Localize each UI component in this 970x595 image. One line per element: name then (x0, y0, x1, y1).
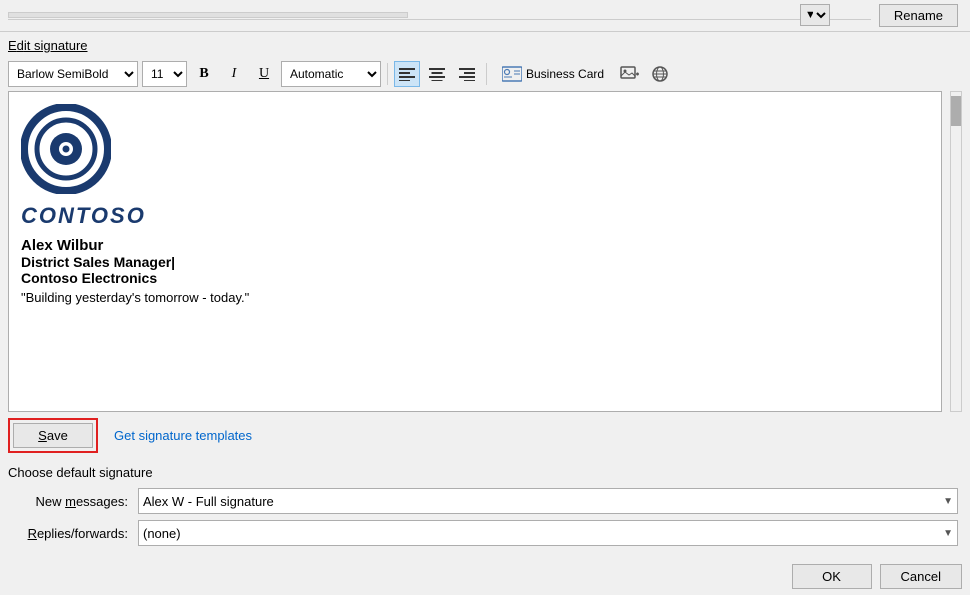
toolbar-separator-2 (486, 63, 487, 85)
bottom-bar: OK Cancel (0, 558, 970, 595)
align-left-icon (399, 67, 415, 81)
formatting-toolbar: Barlow SemiBold 11 B I U Automatic (0, 57, 970, 91)
insert-hyperlink-icon (650, 65, 670, 83)
insert-picture-button[interactable] (617, 61, 643, 87)
align-right-icon (459, 67, 475, 81)
save-button[interactable]: Save (13, 423, 93, 448)
save-button-highlight: Save (8, 418, 98, 453)
toolbar-separator (387, 63, 388, 85)
cancel-button[interactable]: Cancel (880, 564, 962, 589)
contoso-logo: CONTOSO (21, 104, 929, 229)
new-messages-dropdown[interactable]: Alex W - Full signature ▼ (138, 488, 958, 514)
scrollbar-thumb[interactable] (951, 96, 961, 126)
default-signature-section: Choose default signature New messages: A… (0, 459, 970, 558)
font-name-select[interactable]: Barlow SemiBold (8, 61, 138, 87)
save-area: Save Get signature templates (0, 412, 970, 459)
default-sig-title: Choose default signature (8, 465, 962, 480)
get-templates-link[interactable]: Get signature templates (114, 428, 252, 443)
align-left-button[interactable] (394, 61, 420, 87)
align-right-button[interactable] (454, 61, 480, 87)
bold-button[interactable]: B (191, 61, 217, 87)
font-size-select[interactable]: 11 (142, 61, 187, 87)
business-card-button[interactable]: Business Card (493, 61, 613, 87)
rename-button[interactable]: Rename (879, 4, 958, 27)
signature-editor[interactable]: CONTOSO Alex Wilbur District Sales Manag… (8, 91, 942, 412)
contoso-circle-icon (21, 104, 111, 194)
replies-dropdown-arrow: ▼ (943, 528, 953, 539)
underline-button[interactable]: U (251, 61, 277, 87)
new-messages-row: New messages: Alex W - Full signature ▼ (8, 488, 962, 514)
replies-label: Replies/forwards: (8, 526, 138, 541)
company-name-text: CONTOSO (21, 203, 929, 229)
business-card-label: Business Card (526, 67, 604, 81)
replies-row: Replies/forwards: (none) ▼ (8, 520, 962, 546)
signature-person-name: Alex Wilbur (21, 237, 929, 254)
new-messages-dropdown-arrow: ▼ (943, 496, 953, 507)
insert-hyperlink-button[interactable] (647, 61, 673, 87)
color-select[interactable]: Automatic (281, 61, 381, 87)
replies-dropdown[interactable]: (none) ▼ (138, 520, 958, 546)
scroll-dropdown[interactable]: ▼ (800, 4, 830, 26)
signature-title: District Sales Manager| (21, 254, 929, 270)
signature-company: Contoso Electronics (21, 270, 929, 286)
business-card-icon (502, 66, 522, 82)
italic-button[interactable]: I (221, 61, 247, 87)
editor-scrollbar[interactable] (950, 91, 962, 412)
edit-signature-label: Edit signature (0, 32, 970, 57)
ok-button[interactable]: OK (792, 564, 872, 589)
align-center-icon (429, 67, 445, 81)
insert-picture-icon (620, 65, 640, 83)
align-center-button[interactable] (424, 61, 450, 87)
signature-quote: "Building yesterday's tomorrow - today." (21, 290, 929, 305)
new-messages-label: New messages: (8, 494, 138, 509)
